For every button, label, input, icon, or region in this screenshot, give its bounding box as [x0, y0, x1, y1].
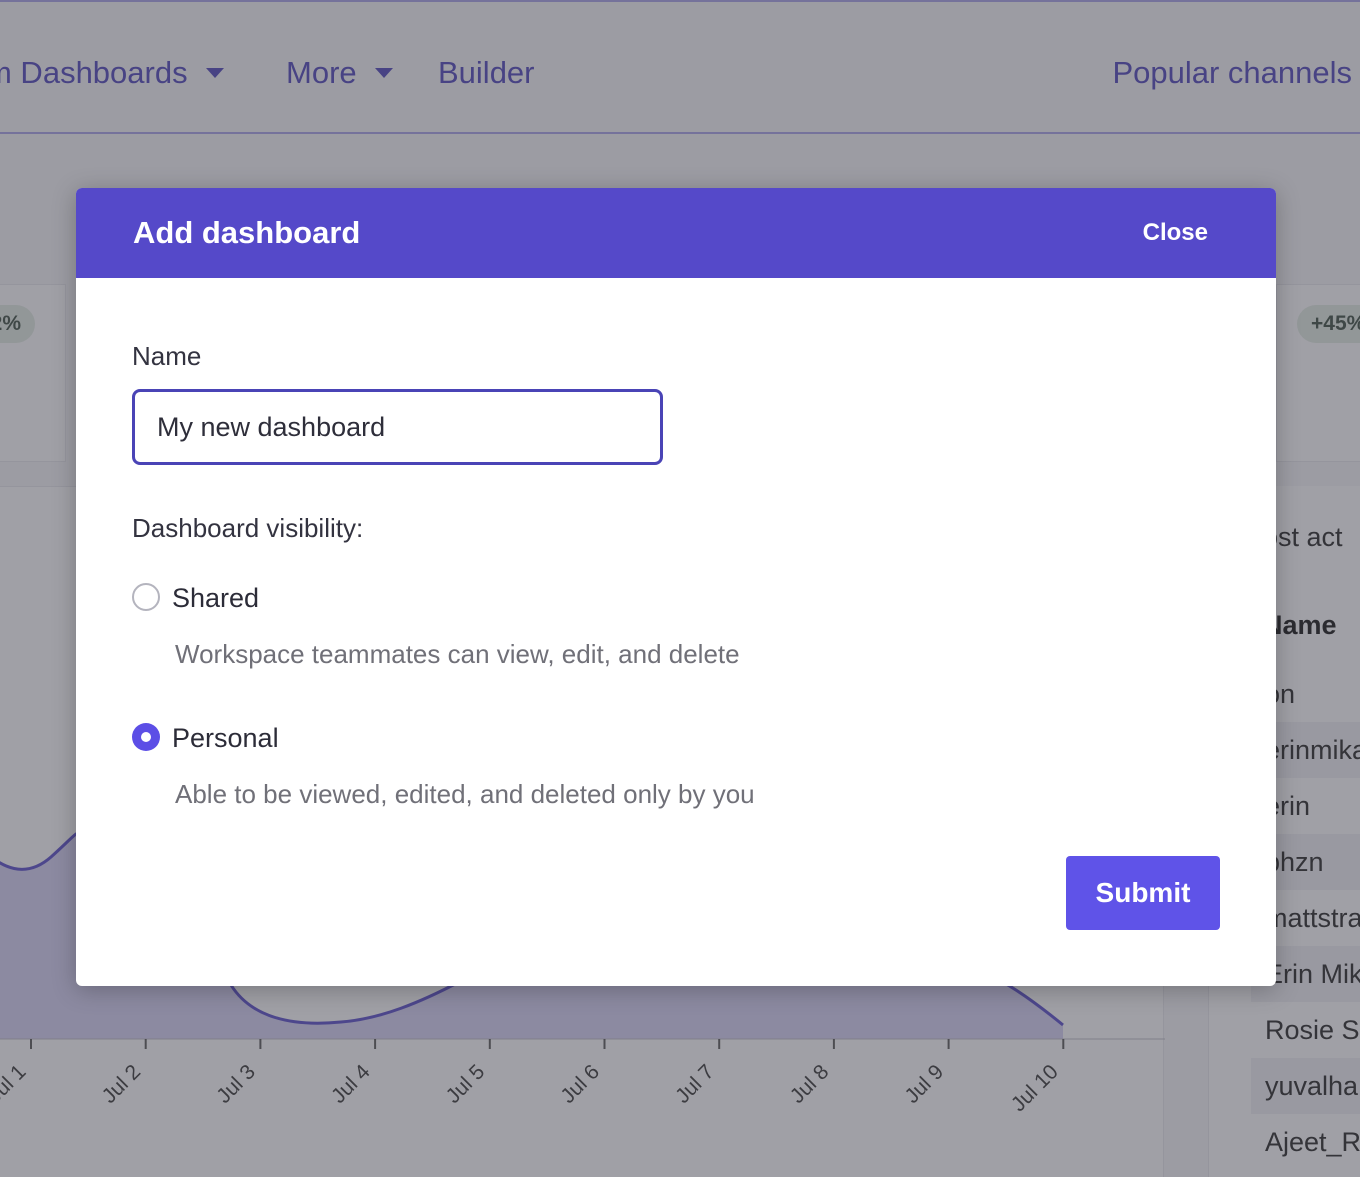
- personal-option-label[interactable]: Personal: [172, 722, 279, 754]
- modal-title: Add dashboard: [133, 215, 361, 250]
- add-dashboard-modal: Add dashboard Close Name Dashboard visib…: [76, 188, 1276, 986]
- shared-radio[interactable]: [132, 583, 160, 611]
- personal-radio[interactable]: [132, 723, 160, 751]
- modal-header: Add dashboard Close: [76, 188, 1276, 278]
- name-label: Name: [132, 341, 202, 371]
- dashboard-name-input[interactable]: [132, 389, 663, 465]
- shared-option-label[interactable]: Shared: [172, 582, 259, 614]
- shared-option-description: Workspace teammates can view, edit, and …: [175, 639, 740, 669]
- submit-button[interactable]: Submit: [1066, 856, 1220, 930]
- personal-option-description: Able to be viewed, edited, and deleted o…: [175, 779, 755, 809]
- close-button[interactable]: Close: [1143, 218, 1208, 248]
- visibility-label: Dashboard visibility:: [132, 513, 364, 543]
